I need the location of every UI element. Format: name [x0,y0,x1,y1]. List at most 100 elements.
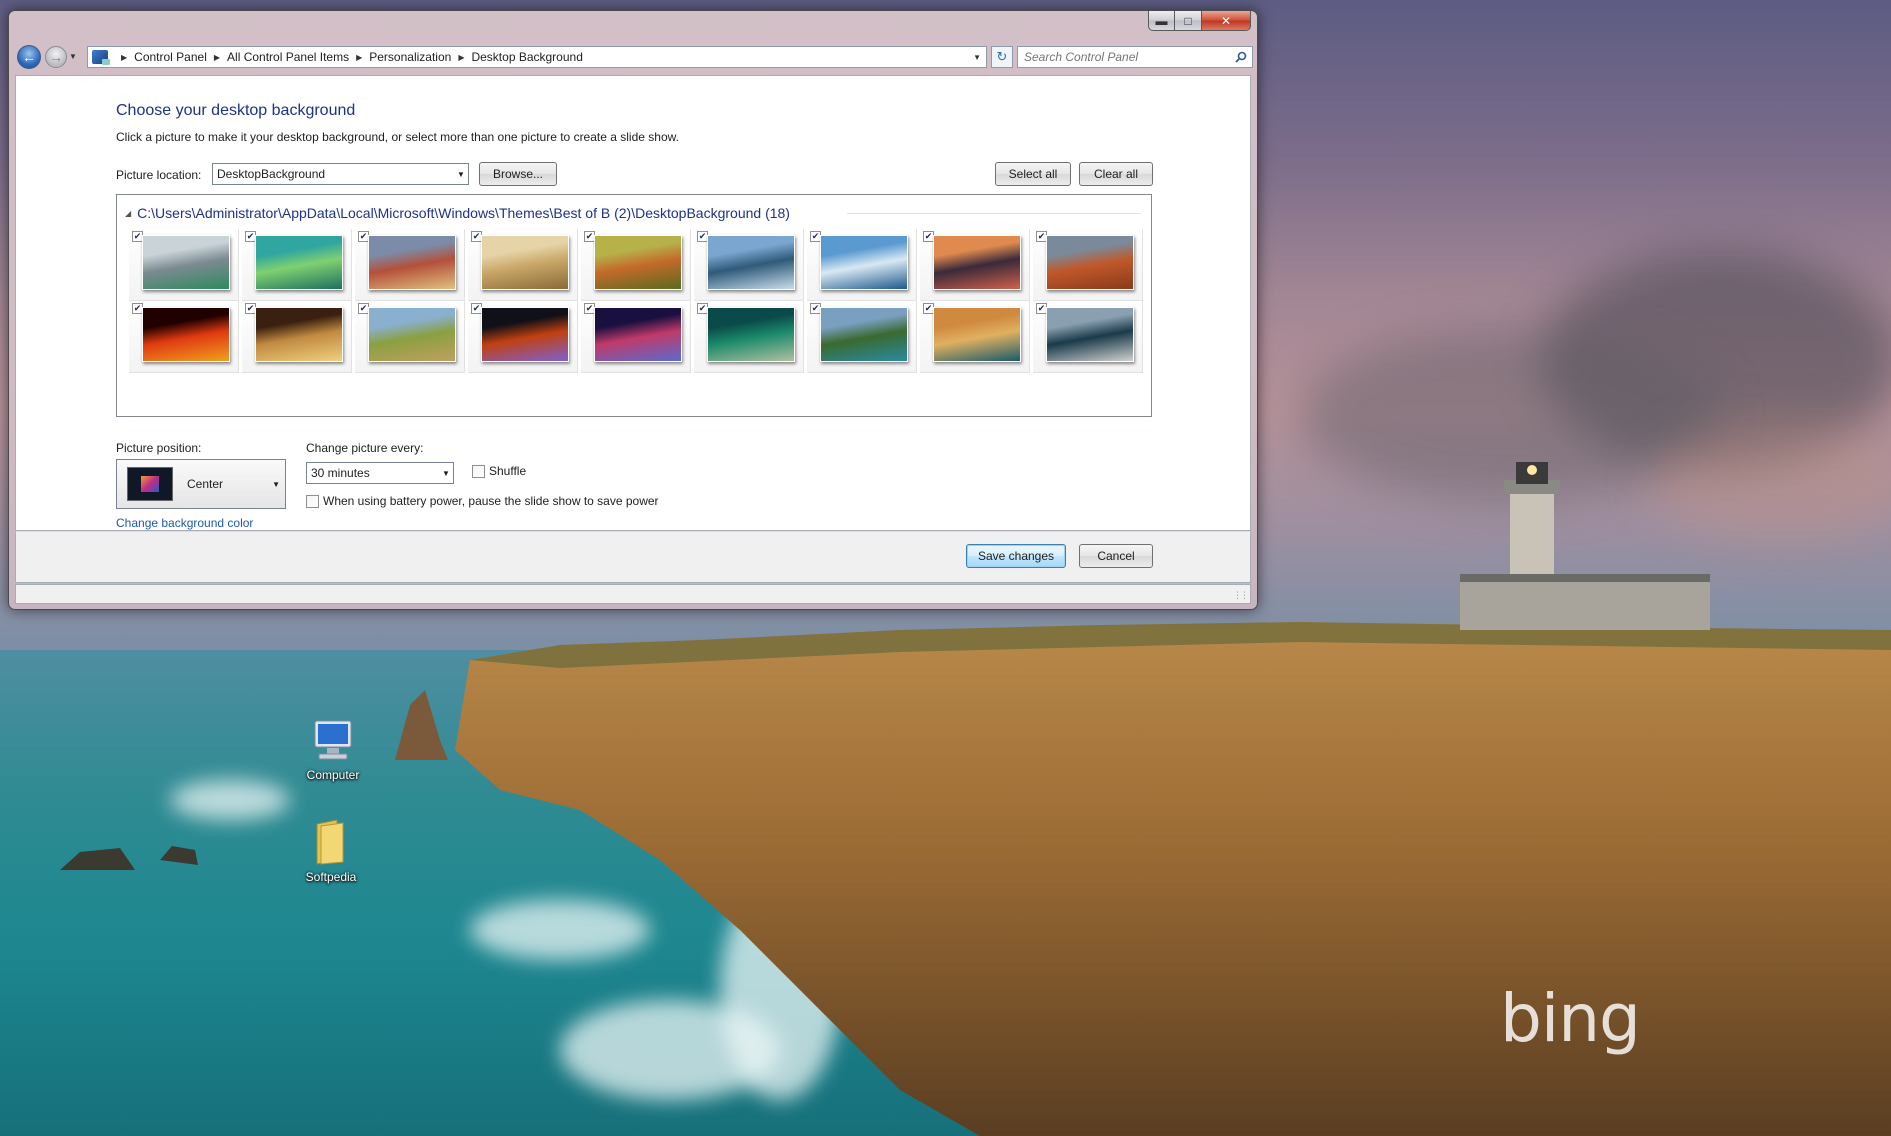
mountain-lake-thumbnail[interactable] [820,307,908,362]
navigation-bar: ← → ▼ ▶ Control Panel ▶ All Control Pane… [15,43,1253,71]
minimize-icon: ▬ [1155,13,1168,28]
coastal-rocks-thumbnail[interactable] [368,235,456,290]
breadcrumb-separator-icon[interactable]: ▶ [214,53,220,62]
breadcrumb-separator-icon[interactable]: ▶ [121,53,127,62]
thumbnail-tile[interactable]: ✔ [468,229,578,301]
picture-location-value: DesktopBackground [217,167,326,181]
harbor-town-thumbnail[interactable] [1046,307,1134,362]
change-interval-value: 30 minutes [311,466,370,480]
browse-button[interactable]: Browse... [479,162,557,186]
caption-buttons: ▬ □ ✕ [1148,11,1251,31]
battery-pause-label[interactable]: When using battery power, pause the slid… [323,494,659,508]
search-icon[interactable] [1235,51,1247,63]
thumbnail-tile[interactable]: ✔ [920,229,1030,301]
select-all-button[interactable]: Select all [995,162,1071,186]
picture-location-select[interactable]: DesktopBackground ▼ [212,163,469,185]
folder-icon [316,819,344,865]
breadcrumb-all-items[interactable]: All Control Panel Items [227,50,349,64]
address-bar[interactable]: ▶ Control Panel ▶ All Control Panel Item… [87,46,987,68]
thumbnail-tile[interactable]: ✔ [807,301,917,373]
page-subtitle: Click a picture to make it your desktop … [116,130,679,144]
sun-thumbnail[interactable] [142,307,230,362]
change-interval-select[interactable]: 30 minutes ▼ [306,462,454,484]
picture-position-select[interactable]: Center ▼ [116,459,286,509]
fox-thumbnail[interactable] [594,235,682,290]
picture-position-value: Center [187,477,224,491]
change-picture-label: Change picture every: [306,441,424,455]
shuffle-label[interactable]: Shuffle [489,464,526,478]
computer-icon [314,720,352,760]
minimize-button[interactable]: ▬ [1148,11,1175,31]
thumbnail-tile[interactable]: ✔ [129,301,239,373]
breadcrumb-separator-icon[interactable]: ▶ [458,53,464,62]
island-reflection-thumbnail[interactable] [707,235,795,290]
control-panel-icon [92,50,110,65]
battery-pause-checkbox[interactable] [306,495,319,508]
chevron-down-icon: ▼ [457,169,465,179]
shark-thumbnail[interactable] [142,235,230,290]
thumbnail-tile[interactable]: ✔ [468,301,578,373]
nebula-thumbnail[interactable] [594,307,682,362]
back-button[interactable]: ← [17,45,41,69]
folder-group-header[interactable]: ◢ C:\Users\Administrator\AppData\Local\M… [125,205,790,221]
back-arrow-icon: ← [22,49,36,65]
page-title: Choose your desktop background [116,102,356,119]
thumbnail-tile[interactable]: ✔ [242,301,352,373]
desktop-icon-softpedia[interactable]: Softpedia [286,818,376,884]
breadcrumb-personalization[interactable]: Personalization [369,50,451,64]
thumbnail-tile[interactable]: ✔ [581,301,691,373]
sand-coast-thumbnail[interactable] [933,307,1021,362]
thumbnail-tile[interactable]: ✔ [129,229,239,301]
picture-gallery: ◢ C:\Users\Administrator\AppData\Local\M… [116,194,1152,417]
desert-dunes-thumbnail[interactable] [481,235,569,290]
green-leaf-thumbnail[interactable] [255,235,343,290]
chevron-down-icon: ▼ [272,479,280,489]
royal-albert-hall-thumbnail[interactable] [255,307,343,362]
lions-thumbnail[interactable] [368,307,456,362]
maximize-button[interactable]: □ [1175,11,1202,31]
close-icon: ✕ [1220,13,1232,28]
lightning-thumbnail[interactable] [481,307,569,362]
thumbnail-tile[interactable]: ✔ [355,301,465,373]
monument-valley-thumbnail[interactable] [1046,235,1134,290]
shuffle-checkbox[interactable] [472,465,485,478]
dialog-footer: Save changes Cancel [15,531,1251,583]
thumbnail-tile[interactable]: ✔ [355,229,465,301]
collapse-triangle-icon[interactable]: ◢ [125,209,131,218]
breadcrumb-control-panel[interactable]: Control Panel [134,50,207,64]
status-bar: ⋮⋮ [15,584,1251,604]
forward-arrow-icon: → [49,49,63,65]
reef-island-thumbnail[interactable] [707,307,795,362]
thumbnail-tile[interactable]: ✔ [1033,229,1143,301]
breadcrumb-desktop-background[interactable]: Desktop Background [471,50,582,64]
thumbnail-tile[interactable]: ✔ [694,229,804,301]
thumbnail-tile[interactable]: ✔ [242,229,352,301]
resize-grip-icon[interactable]: ⋮⋮ [1233,590,1249,601]
folder-path: C:\Users\Administrator\AppData\Local\Mic… [137,205,790,221]
thumbnail-tile[interactable]: ✔ [694,301,804,373]
sunset-town-thumbnail[interactable] [933,235,1021,290]
folder-divider [847,213,1141,214]
recent-pages-button[interactable]: ▼ [69,52,77,61]
picture-position-label: Picture position: [116,441,202,455]
desktop-icon-label: Softpedia [305,870,357,884]
search-input[interactable] [1024,50,1224,64]
thumbnail-grid: ✔ ✔ ✔ ✔ ✔ ✔ ✔ ✔ ✔ ✔ ✔ ✔ ✔ ✔ ✔ ✔ ✔ ✔ [129,229,1143,373]
boats-thumbnail[interactable] [820,235,908,290]
close-button[interactable]: ✕ [1202,11,1251,31]
desktop-icon-computer[interactable]: Computer [288,718,378,782]
forward-button[interactable]: → [45,46,67,68]
desktop-background-window: ▬ □ ✕ ← → ▼ ▶ Control Panel ▶ All Contro… [8,10,1258,610]
change-background-color-link[interactable]: Change background color [116,516,253,530]
address-dropdown-icon[interactable]: ▼ [973,53,981,62]
thumbnail-tile[interactable]: ✔ [581,229,691,301]
thumbnail-tile[interactable]: ✔ [807,229,917,301]
save-changes-button[interactable]: Save changes [966,544,1066,568]
breadcrumb-separator-icon[interactable]: ▶ [356,53,362,62]
thumbnail-tile[interactable]: ✔ [920,301,1030,373]
cancel-button[interactable]: Cancel [1079,544,1153,568]
refresh-button[interactable]: ↻ [991,46,1013,68]
thumbnail-tile[interactable]: ✔ [1033,301,1143,373]
search-box[interactable] [1017,46,1253,68]
clear-all-button[interactable]: Clear all [1079,162,1153,186]
